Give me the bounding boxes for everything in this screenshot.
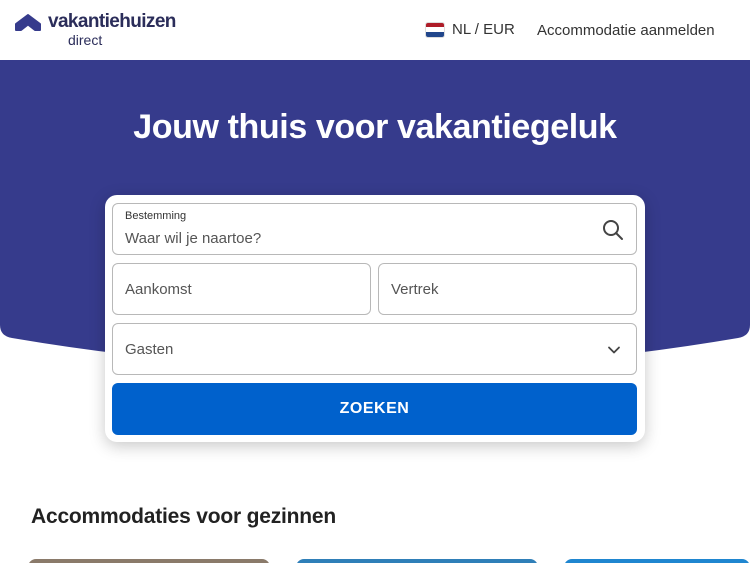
arrival-date-field[interactable]: Aankomst (112, 263, 371, 315)
chevron-down-icon (608, 346, 620, 354)
locale-selector[interactable]: NL / EUR (425, 21, 515, 38)
brand-logo[interactable]: vakantiehuizen direct (14, 12, 176, 47)
top-bar: vakantiehuizen direct NL / EUR Accommoda… (0, 0, 750, 60)
search-form: Bestemming Waar wil je naartoe? Aankomst… (105, 195, 645, 442)
accommodation-cards (0, 559, 750, 563)
brand-subtitle: direct (68, 32, 103, 48)
guests-label: Gasten (125, 341, 174, 358)
destination-label: Bestemming (125, 210, 187, 222)
arrival-date-input[interactable]: Aankomst (125, 281, 192, 298)
search-icon[interactable] (602, 219, 624, 241)
destination-field[interactable]: Bestemming Waar wil je naartoe? (112, 203, 637, 255)
accommodation-card[interactable] (564, 559, 750, 563)
departure-date-input[interactable]: Vertrek (391, 281, 439, 298)
accommodation-card[interactable] (296, 559, 538, 563)
brand-name: vakantiehuizen (48, 11, 176, 32)
departure-date-field[interactable]: Vertrek (378, 263, 637, 315)
house-roof-icon (15, 14, 41, 31)
section-title: Accommodaties voor gezinnen (31, 505, 336, 528)
search-button[interactable]: ZOEKEN (112, 383, 637, 435)
netherlands-flag-icon (425, 21, 445, 38)
accommodation-card[interactable] (28, 559, 270, 563)
locale-label: NL / EUR (452, 21, 515, 38)
guests-select[interactable]: Gasten (112, 323, 637, 375)
list-property-link[interactable]: Accommodatie aanmelden (537, 22, 715, 39)
destination-input[interactable]: Waar wil je naartoe? (125, 230, 261, 247)
hero-title: Jouw thuis voor vakantiegeluk (133, 108, 617, 146)
